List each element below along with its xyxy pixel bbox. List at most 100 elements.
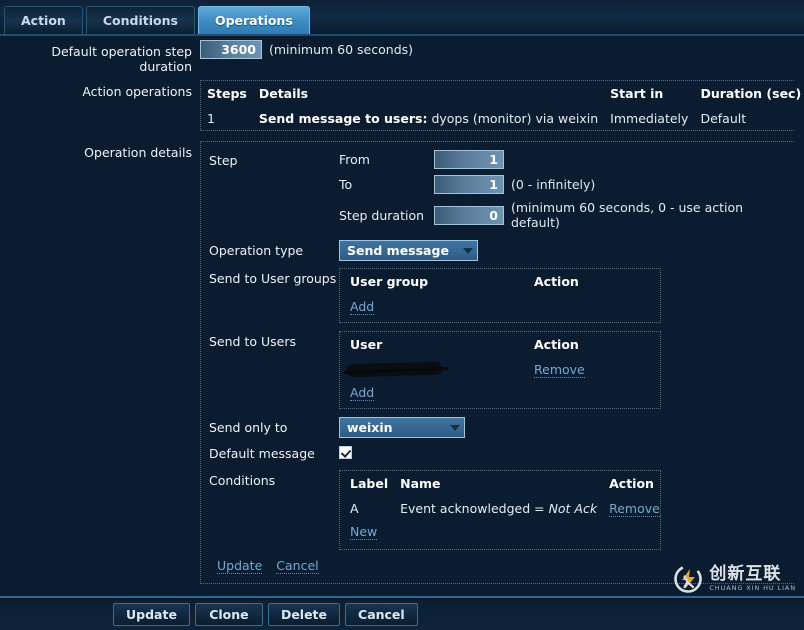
col-cond-action: Action <box>603 471 666 497</box>
col-cond-name: Name <box>394 471 603 497</box>
tab-operations-label: Operations <box>215 13 293 28</box>
table-header-row: User Action <box>340 332 660 358</box>
tab-conditions-label: Conditions <box>103 13 178 28</box>
users-panel: User Action (monitor) <box>339 331 661 409</box>
operation-actions: Update Cancel <box>209 552 794 575</box>
step-to-row: To (0 - infinitely) <box>339 175 794 194</box>
operation-cancel-link[interactable]: Cancel <box>276 558 318 574</box>
cell-steps: 1 <box>201 107 253 130</box>
tab-operations[interactable]: Operations <box>198 6 310 34</box>
col-user-action: Action <box>528 332 660 358</box>
operation-details-panel: Step From To (0 - infinitely) Step dur <box>200 141 794 584</box>
tab-conditions[interactable]: Conditions <box>86 6 195 34</box>
col-duration: Duration (sec) <box>694 81 804 107</box>
default-duration-label: Default operation step duration <box>0 40 200 74</box>
cell-user-action: Remove <box>528 358 660 381</box>
col-user-group-action: Action <box>528 269 660 295</box>
remove-user-link[interactable]: Remove <box>534 362 585 378</box>
default-message-row: Default message <box>209 443 794 462</box>
cell-cond-action: Remove <box>603 497 666 520</box>
user-groups-panel: User group Action Add <box>339 268 661 323</box>
operation-details-label: Operation details <box>0 141 200 160</box>
footer-button-bar: Update Clone Delete Cancel <box>0 596 804 630</box>
to-label: To <box>339 177 434 192</box>
cond-name-value: Not Ack <box>549 501 598 516</box>
operations-form: Default operation step duration (minimum… <box>0 40 804 584</box>
cell-start-in: Immediately <box>604 107 694 130</box>
add-user-link[interactable]: Add <box>350 385 374 401</box>
col-details: Details <box>253 81 604 107</box>
send-to-user-groups-label: Send to User groups <box>209 268 339 286</box>
table-row: (monitor) Remove <box>340 358 660 381</box>
col-cond-label: Label <box>340 471 394 497</box>
send-only-to-select[interactable]: weixin <box>339 417 465 438</box>
conditions-table: Label Name Action A Event <box>340 471 666 549</box>
default-duration-input[interactable] <box>200 40 262 59</box>
table-row: 1 Send message to users: dyops (monitor)… <box>201 107 804 130</box>
cell-duration: Default <box>694 107 804 130</box>
add-user-group-link[interactable]: Add <box>350 299 374 315</box>
from-label: From <box>339 152 434 167</box>
conditions-label: Conditions <box>209 470 339 488</box>
action-operations-row: Action operations Steps Details Start in… <box>0 80 804 131</box>
cell-user: (monitor) <box>340 358 528 381</box>
remove-condition-link[interactable]: Remove <box>609 501 660 517</box>
send-to-users-label: Send to Users <box>209 331 339 349</box>
step-row: Step From To (0 - infinitely) Step dur <box>209 150 794 236</box>
send-only-to-row: Send only to weixin <box>209 417 794 438</box>
clone-button[interactable]: Clone <box>195 603 263 626</box>
operation-update-link[interactable]: Update <box>217 558 262 574</box>
tab-bar: Action Conditions Operations <box>0 0 804 36</box>
table-header-row: Label Name Action <box>340 471 666 497</box>
tab-action-label: Action <box>21 13 66 28</box>
default-message-label: Default message <box>209 443 339 461</box>
operation-type-value: Send message <box>347 243 449 258</box>
action-operations-table: Steps Details Start in Duration (sec) Ac… <box>201 81 804 130</box>
tab-action[interactable]: Action <box>4 6 83 34</box>
action-operations-label: Action operations <box>0 80 200 99</box>
delete-button[interactable]: Delete <box>268 603 340 626</box>
cond-name-prefix: Event acknowledged = <box>400 501 548 516</box>
operation-type-select[interactable]: Send message <box>339 240 478 261</box>
conditions-panel: Label Name Action A Event <box>339 470 661 550</box>
step-duration-label: Step duration <box>339 208 434 223</box>
cell-cond-label: A <box>340 497 394 520</box>
chevron-down-icon <box>450 425 460 431</box>
operation-details-row: Operation details Step From To (0 - i <box>0 141 804 584</box>
cancel-button[interactable]: Cancel <box>345 603 418 626</box>
action-operations-panel: Steps Details Start in Duration (sec) Ac… <box>200 80 794 131</box>
default-duration-row: Default operation step duration (minimum… <box>0 40 804 74</box>
col-steps: Steps <box>201 81 253 107</box>
table-row: New <box>340 520 666 549</box>
send-to-user-groups-row: Send to User groups User group Action <box>209 268 794 323</box>
col-user-group: User group <box>340 269 528 295</box>
col-user: User <box>340 332 528 358</box>
chevron-down-icon <box>463 248 473 254</box>
step-duration-input[interactable] <box>434 206 504 225</box>
step-from-input[interactable] <box>434 150 504 169</box>
cell-cond-name: Event acknowledged = Not Ack <box>394 497 603 520</box>
new-condition-link[interactable]: New <box>350 524 377 540</box>
step-duration-row: Step duration (minimum 60 seconds, 0 - u… <box>339 200 794 230</box>
to-hint: (0 - infinitely) <box>511 177 595 192</box>
update-button[interactable]: Update <box>113 603 190 626</box>
send-to-users-row: Send to Users User Action <box>209 331 794 409</box>
table-row: A Event acknowledged = Not Ack Remove <box>340 497 666 520</box>
user-groups-table: User group Action Add <box>340 269 660 322</box>
step-to-input[interactable] <box>434 175 504 194</box>
table-header-row: User group Action <box>340 269 660 295</box>
watermark-en-text: CHUANG XIN HU LIAN <box>709 585 796 592</box>
step-label: Step <box>209 150 339 168</box>
col-start-in: Start in <box>604 81 694 107</box>
default-message-checkbox[interactable] <box>339 446 352 459</box>
send-only-to-value: weixin <box>347 420 393 435</box>
conditions-row: Conditions Label Name Action <box>209 470 794 550</box>
table-row: Add <box>340 295 660 322</box>
cell-details-rest: dyops (monitor) via weixin <box>431 111 598 126</box>
step-from-row: From <box>339 150 794 169</box>
operation-type-label: Operation type <box>209 240 339 258</box>
table-header-row: Steps Details Start in Duration (sec) Ac <box>201 81 804 107</box>
table-row: Add <box>340 381 660 408</box>
default-duration-hint: (minimum 60 seconds) <box>269 42 413 57</box>
operation-type-row: Operation type Send message <box>209 240 794 261</box>
